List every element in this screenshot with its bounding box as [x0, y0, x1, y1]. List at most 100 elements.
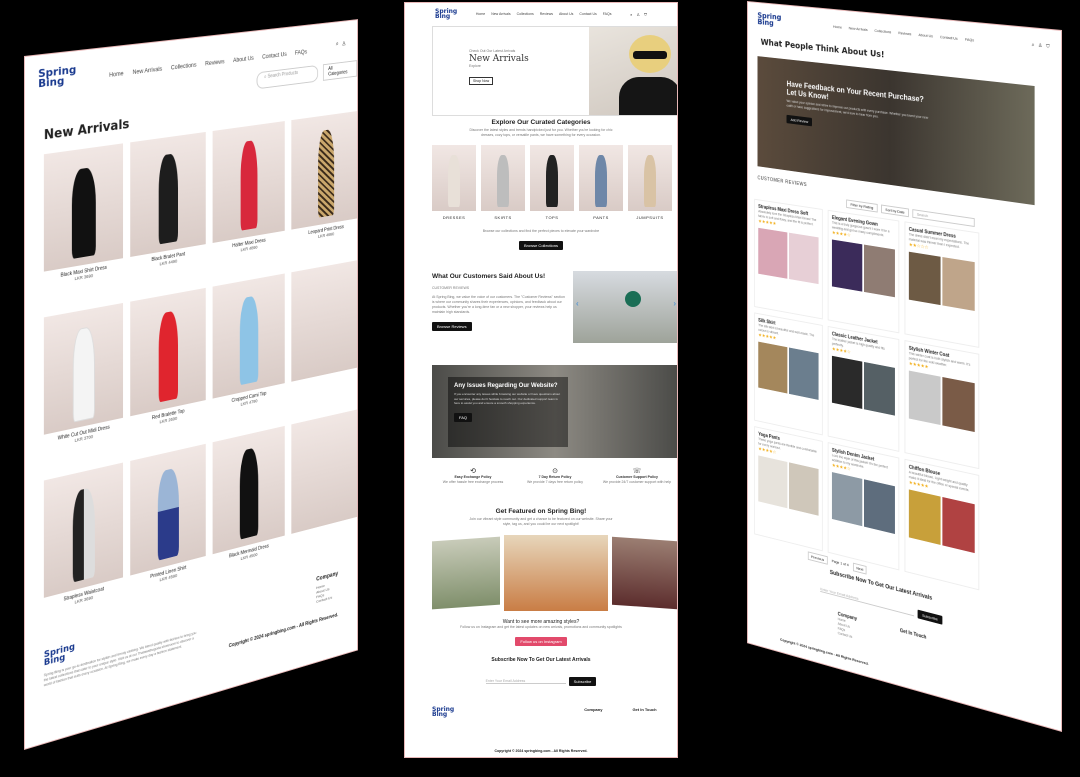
pagination-previous[interactable]: Previous [807, 551, 828, 565]
browse-collections-button[interactable]: Browse Collections [518, 241, 563, 250]
issues-banner: Any Issues Regarding Our Website? If you… [432, 365, 677, 458]
pagination-next[interactable]: Next [852, 562, 867, 575]
pagination-status: Page 1 of 4 [831, 558, 849, 568]
customers-section: What Our Customers Said About Us! CUSTOM… [432, 273, 567, 333]
nav-faqs[interactable]: FAQs [603, 12, 612, 16]
customers-body: At Spring Bing, we value the voice of ou… [432, 295, 565, 314]
product-card[interactable]: Halter Maxi Dress LKR 4890 [212, 121, 285, 281]
faq-button[interactable]: FAQ [454, 412, 473, 422]
review-card[interactable]: Elegant Evening Gown This is a truly gorg… [827, 209, 900, 334]
nav-new-arrivals[interactable]: New Arrivals [849, 25, 868, 32]
user-icon[interactable]: ♙ [636, 12, 640, 17]
search-icon[interactable]: ⌕ [1032, 42, 1035, 48]
brand-logo[interactable]: Spring Bing [38, 63, 76, 90]
shop-now-button[interactable]: Shop Now [469, 77, 494, 85]
browse-reviews-button[interactable]: Browse Reviews [432, 322, 472, 331]
nav-collections[interactable]: Collections [171, 63, 197, 72]
nav-reviews[interactable]: Reviews [898, 30, 911, 36]
section-label: CUSTOMER REVIEWS [757, 175, 807, 189]
categories-cta: Browse our collections and find the perf… [405, 229, 677, 252]
product-card[interactable] [291, 408, 358, 571]
cart-icon[interactable]: ⛉ [1046, 43, 1050, 49]
footer-company-heading: Company [584, 707, 603, 712]
policy-support: ☏ Customer Support Policy We provide 24/7 … [602, 468, 672, 484]
nav-reviews[interactable]: Reviews [205, 59, 224, 67]
header-icons: ⌕ ♙ ⛉ [1032, 42, 1050, 50]
nav-about[interactable]: About Us [918, 32, 933, 38]
brand-logo[interactable]: Spring Bing [757, 11, 781, 27]
product-card[interactable]: Cropped Cami Top LKR 4790 [212, 273, 285, 436]
category-jumpsuits[interactable]: JUMPSUITS [628, 145, 672, 220]
product-card[interactable]: Black Maxi Shirt Dress LKR 3690 [43, 143, 124, 311]
review-card[interactable]: Stylish Denim Jacket Love the style of th… [827, 442, 900, 571]
nav-collections[interactable]: Collections [874, 27, 891, 33]
category-select[interactable]: All Categories [322, 60, 358, 81]
categories-header: Explore Our Curated Categories Discover … [405, 119, 677, 140]
sort-select[interactable]: Sort by Date [881, 204, 909, 218]
category-skirts[interactable]: SKIRTS [481, 145, 525, 220]
nav-new-arrivals[interactable]: New Arrivals [133, 67, 163, 76]
nav-home[interactable]: Home [476, 12, 485, 16]
categories-title: Explore Our Curated Categories [491, 119, 591, 126]
return-icon: ⊙ [552, 468, 558, 475]
nav-home[interactable]: Home [833, 23, 842, 29]
brand-logo[interactable]: Spring Bing [435, 9, 457, 20]
nav-reviews[interactable]: Reviews [540, 12, 553, 16]
product-card[interactable] [291, 259, 358, 419]
featured-title: Get Featured on Spring Bing! [495, 508, 587, 515]
add-review-button[interactable]: Add Review [786, 114, 813, 127]
subscribe-button[interactable]: Subscribe [917, 609, 943, 625]
search-icon[interactable]: ⌕ [630, 12, 632, 17]
product-card[interactable]: Black Mermaid Dress LKR 4500 [212, 425, 285, 592]
hero-image [589, 27, 677, 115]
category-tops[interactable]: TOPS [530, 145, 574, 220]
nav-about[interactable]: About Us [559, 12, 573, 16]
subscribe-title: Subscribe Now To Get Our Latest Arrivals [491, 657, 591, 663]
nav-new-arrivals[interactable]: New Arrivals [491, 12, 510, 16]
subscribe-button[interactable]: Subscribe [568, 677, 597, 686]
main-nav: Home New Arrivals Collections Reviews Ab… [476, 12, 612, 16]
product-card[interactable]: White Cut Out Midi Dress LKR 3700 [43, 302, 124, 475]
nav-home[interactable]: Home [109, 71, 123, 79]
user-icon[interactable]: ♙ [342, 40, 346, 47]
nav-faqs[interactable]: FAQs [295, 50, 307, 57]
product-card[interactable]: Red Bralette Top LKR 2690 [130, 287, 206, 455]
nav-about[interactable]: About Us [233, 56, 254, 64]
footer-logo[interactable]: Spring Bing [432, 707, 454, 718]
user-icon[interactable]: ♙ [1038, 43, 1042, 49]
review-card[interactable]: Casual Summer Dress The dress didn't meet… [904, 221, 980, 348]
review-card[interactable]: Yoga Pants These yoga pants are flexible … [754, 426, 823, 552]
nav-contact[interactable]: Contact Us [940, 34, 958, 41]
review-card[interactable]: Strapless Maxi Dress Soft Absolutely love… [754, 198, 823, 320]
review-card[interactable]: Silk Skirt The silk skirt is beautiful an… [754, 312, 823, 436]
nav-contact[interactable]: Contact Us [262, 52, 287, 61]
subscribe-section: Subscribe Now To Get Our Latest Arrivals… [405, 657, 677, 687]
header: Spring Bing Home New Arrivals Collections… [405, 3, 677, 25]
home-page: Spring Bing Home New Arrivals Collections… [404, 2, 678, 758]
rating-filter[interactable]: Filter by Rating [846, 199, 878, 213]
subscribe-email-input[interactable]: Enter Your Email Address [485, 679, 566, 684]
product-card[interactable]: Black Bralet Pant LKR 4490 [130, 131, 206, 296]
search-icon[interactable]: ⌕ [336, 41, 339, 48]
search-input[interactable]: ⌕ Search Products [256, 64, 318, 90]
nav-contact[interactable]: Contact Us [579, 12, 596, 16]
instagram-button[interactable]: Follow us on Instagram [515, 637, 567, 646]
product-card[interactable]: Printed Linen Shirt LKR 4590 [130, 443, 206, 615]
category-dresses[interactable]: DRESSES [432, 145, 476, 220]
nav-faqs[interactable]: FAQs [965, 36, 974, 42]
cart-icon[interactable]: ⛉ [644, 12, 647, 17]
policies: ⟲ Easy Exchange Policy We offer hassle fre… [432, 467, 677, 485]
policy-return: ⊙ 7 Day Return Policy We provide 7 days fr… [520, 467, 590, 485]
category-pants[interactable]: PANTS [579, 145, 623, 220]
footer-touch-heading: Get In Touch [899, 627, 927, 641]
carousel-next-icon[interactable]: › [673, 299, 676, 308]
featured-sub: Join our vibrant style community and get… [469, 517, 613, 526]
review-card[interactable]: Chiffon Blouse A beautiful blouse. Light … [904, 458, 980, 591]
review-card[interactable]: Stylish Winter Coat This winter coat is b… [904, 340, 980, 470]
nav-collections[interactable]: Collections [517, 12, 534, 16]
product-card[interactable]: Leopard Print Dress LKR 4990 [291, 110, 358, 267]
review-card[interactable]: Classic Leather Jacket The leather jacket… [827, 325, 900, 452]
new-arrivals-page: Spring Bing Home New Arrivals Collections… [24, 19, 358, 751]
carousel-prev-icon[interactable]: ‹ [576, 299, 579, 308]
product-card[interactable]: Strapless Waistcoat LKR 3690 [43, 462, 124, 638]
